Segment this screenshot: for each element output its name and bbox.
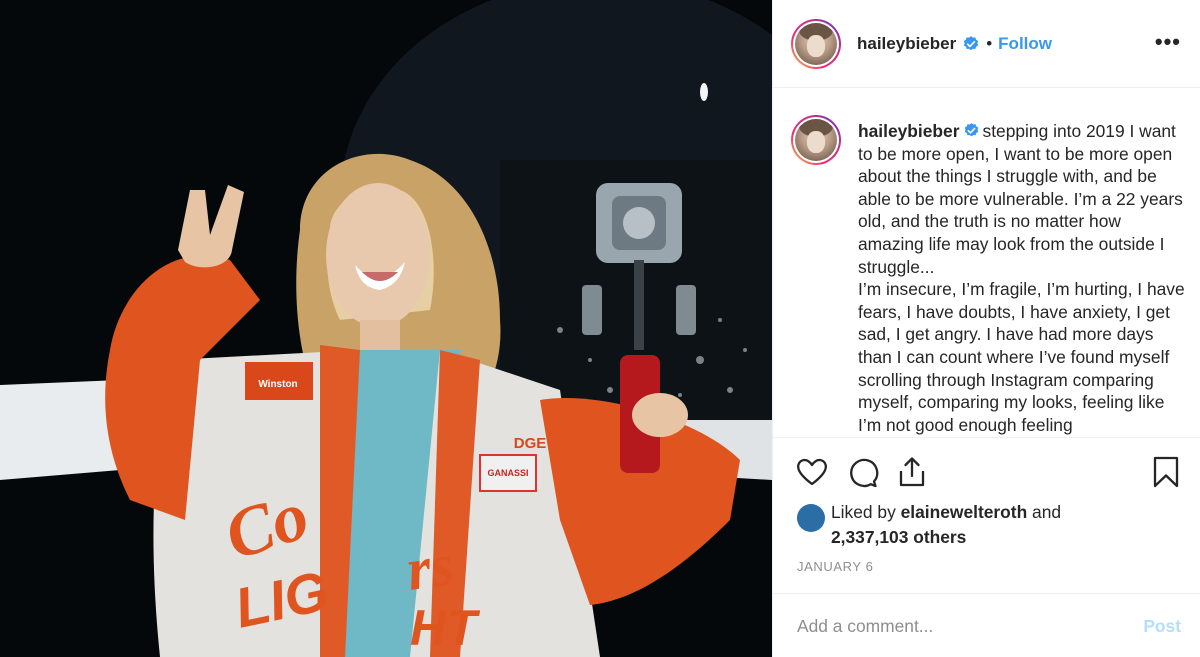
caption-body-continued: I’m insecure, I’m fragile, I’m hurting, … — [858, 279, 1185, 435]
header-separator: • — [986, 33, 993, 53]
heart-icon[interactable] — [795, 455, 829, 489]
liked-by-username[interactable]: elainewelteroth — [901, 502, 1028, 522]
caption-avatar-image — [795, 119, 837, 161]
action-icon-row — [795, 455, 929, 489]
post-comment-button[interactable]: Post — [1143, 616, 1181, 637]
svg-text:GANASSI: GANASSI — [487, 468, 528, 478]
verified-badge-icon — [964, 35, 979, 50]
comment-input[interactable] — [797, 615, 1144, 637]
likes-prefix: Liked by — [831, 502, 901, 522]
svg-text:rs: rs — [403, 531, 458, 603]
comment-bar: Post — [773, 593, 1200, 657]
likes-summary: Liked by elainewelteroth and 2,337,103 o… — [797, 500, 1111, 550]
author-username[interactable]: haileybieber — [857, 34, 956, 54]
author-info: haileybieber • Follow — [857, 34, 1052, 54]
author-avatar[interactable] — [791, 18, 841, 69]
likes-middle: and — [1027, 502, 1062, 522]
svg-text:DGE: DGE — [514, 435, 547, 452]
post-actions-section: Liked by elainewelteroth and 2,337,103 o… — [773, 437, 1200, 657]
post-photo-illustration: Winston GANASSI DGE Co LIG rs HT — [0, 0, 772, 657]
bookmark-icon[interactable] — [1151, 455, 1181, 489]
likes-count[interactable]: 2,337,103 others — [831, 527, 966, 547]
caption-body: stepping into 2019 I want to be more ope… — [858, 121, 1183, 277]
comment-icon[interactable] — [845, 455, 879, 489]
post-side-panel: haileybieber • Follow ••• haileybieber s… — [772, 0, 1200, 657]
svg-text:HT: HT — [410, 600, 481, 656]
svg-text:Winston: Winston — [258, 379, 297, 390]
instagram-post: Winston GANASSI DGE Co LIG rs HT haileyb… — [0, 0, 1200, 657]
post-date[interactable]: JANUARY 6 — [797, 559, 873, 574]
author-avatar-image — [795, 22, 837, 65]
post-photo[interactable]: Winston GANASSI DGE Co LIG rs HT — [0, 0, 772, 657]
post-header: haileybieber • Follow ••• — [773, 0, 1200, 88]
share-icon[interactable] — [895, 455, 929, 489]
caption-username[interactable]: haileybieber — [858, 121, 960, 141]
caption-section: haileybieber stepping into 2019 I want t… — [773, 89, 1200, 436]
more-options-icon[interactable]: ••• — [1155, 31, 1181, 53]
likes-text: Liked by elainewelteroth and 2,337,103 o… — [831, 500, 1111, 550]
liker-avatar[interactable] — [797, 504, 825, 532]
caption-author-avatar[interactable] — [791, 115, 841, 165]
caption-verified-badge-icon — [964, 123, 978, 137]
caption-text-block: haileybieber stepping into 2019 I want t… — [858, 120, 1191, 436]
follow-button[interactable]: Follow — [998, 34, 1052, 54]
